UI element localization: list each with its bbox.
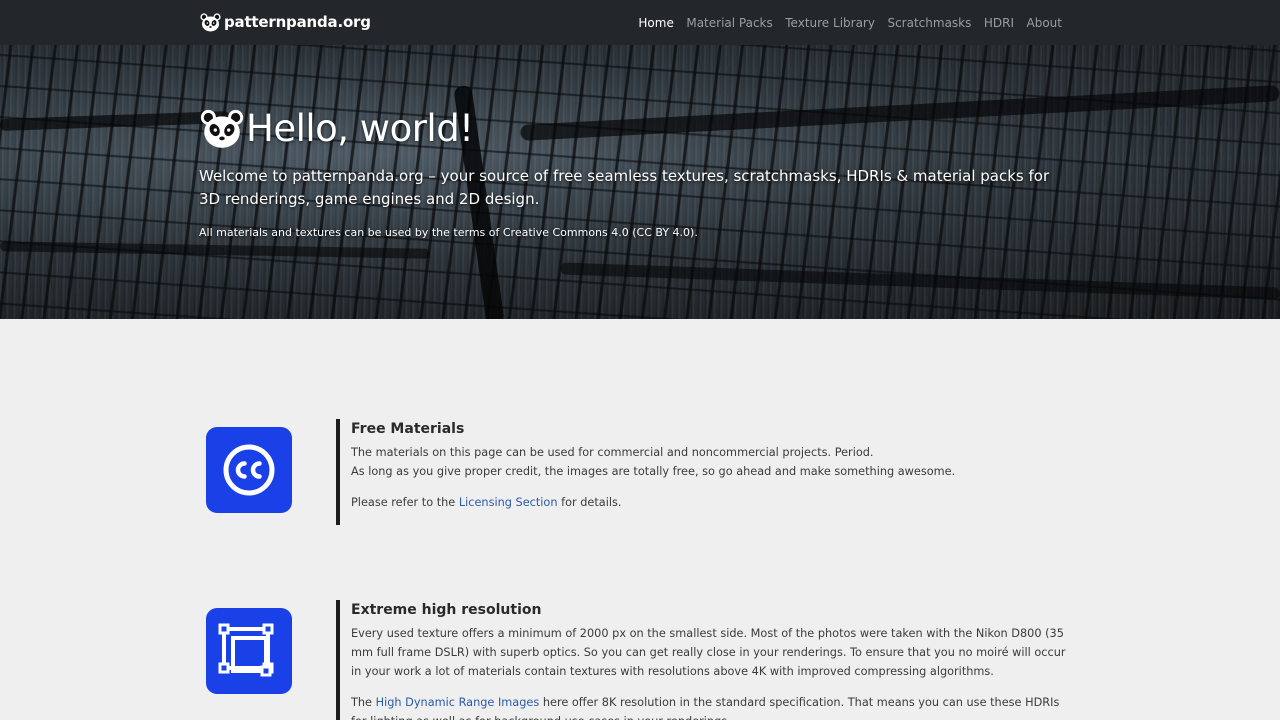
- nav-home[interactable]: Home: [638, 16, 673, 30]
- nav-texture-library[interactable]: Texture Library: [785, 16, 875, 30]
- hero-title-row: Hello, world!: [200, 107, 474, 150]
- feature-title: Extreme high resolution: [351, 602, 542, 618]
- resolution-icon: [218, 623, 274, 677]
- feature-title: Free Materials: [351, 421, 465, 437]
- licensing-section-link[interactable]: Licensing Section: [459, 496, 558, 509]
- hero-banner: Hello, world! Welcome to patternpanda.or…: [0, 45, 1280, 319]
- brand-text: patternpanda.org: [224, 13, 371, 31]
- nav-about[interactable]: About: [1027, 16, 1062, 30]
- hero-texture-crack: [560, 262, 1280, 300]
- nav-scratchmasks[interactable]: Scratchmasks: [887, 16, 971, 30]
- hero-title: Hello, world!: [246, 107, 474, 150]
- feature-high-resolution: Extreme high resolution Every used textu…: [336, 600, 1076, 720]
- feature-text: Please refer to the Licensing Section fo…: [351, 493, 1076, 512]
- panda-logo-icon: [200, 109, 244, 148]
- hero-texture-crack: [520, 85, 1280, 141]
- feature-text: The materials on this page can be used f…: [351, 443, 1076, 481]
- feature-free-materials: Free Materials The materials on this pag…: [336, 419, 1076, 525]
- feature-text-prefix: Please refer to the: [351, 496, 459, 509]
- brand-link[interactable]: patternpanda.org: [200, 10, 371, 34]
- hdri-link[interactable]: High Dynamic Range Images: [376, 696, 540, 709]
- panda-logo-icon: [200, 12, 221, 31]
- feature-text-suffix: for details.: [557, 496, 622, 509]
- feature-text-line: The materials on this page can be used f…: [351, 446, 874, 459]
- creative-commons-icon-tile: [206, 427, 292, 513]
- nav-hdri[interactable]: HDRI: [984, 16, 1014, 30]
- hero-lead: Welcome to patternpanda.org – your sourc…: [199, 167, 1050, 208]
- resolution-icon-tile: [206, 608, 292, 694]
- main-nav: Home Material Packs Texture Library Scra…: [626, 0, 1062, 45]
- feature-text: The High Dynamic Range Images here offer…: [351, 693, 1076, 720]
- creative-commons-icon: [223, 444, 275, 496]
- top-navbar: patternpanda.org Home Material Packs Tex…: [0, 0, 1280, 45]
- nav-material-packs[interactable]: Material Packs: [686, 16, 772, 30]
- feature-text: Every used texture offers a minimum of 2…: [351, 627, 1066, 678]
- hero-texture-crack: [0, 110, 231, 132]
- hero-texture-crack: [0, 241, 431, 259]
- feature-text-line: As long as you give proper credit, the i…: [351, 465, 956, 478]
- hero-license-note: All materials and textures can be used b…: [199, 226, 698, 239]
- feature-text-prefix: The: [351, 696, 376, 709]
